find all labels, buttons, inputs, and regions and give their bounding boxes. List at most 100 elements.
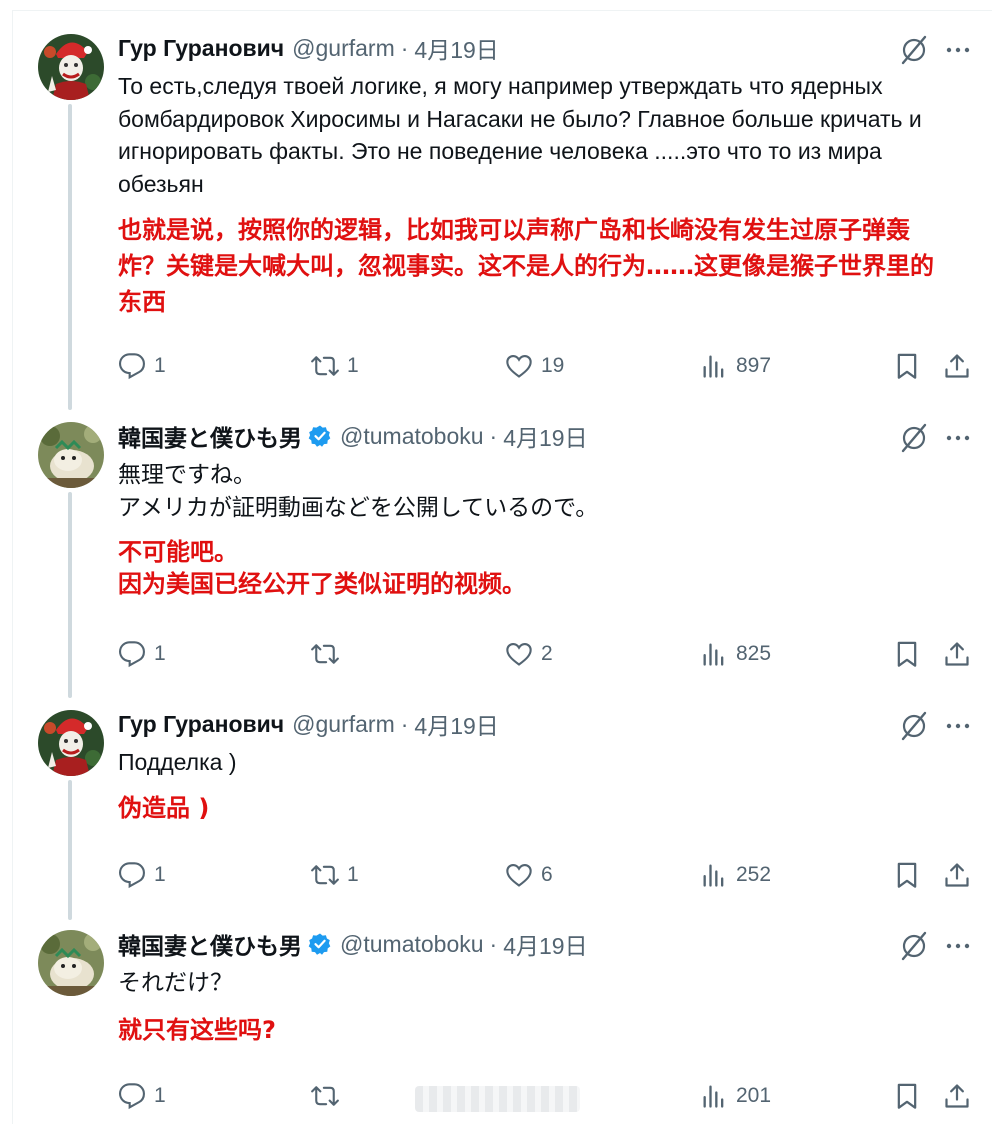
reply-count: 1: [154, 1084, 166, 1107]
separator-dot: ·: [400, 34, 409, 61]
grok-icon[interactable]: [899, 711, 929, 741]
share-icon: [945, 1084, 969, 1108]
tweet-translation: 就只有这些吗?: [118, 1016, 276, 1044]
tweet-date[interactable]: 4月19日: [414, 31, 498, 65]
author-handle[interactable]: @tumatoboku: [340, 423, 484, 450]
author-handle[interactable]: @gurfarm: [292, 711, 395, 738]
heart-icon: [506, 355, 532, 378]
avatar-gurfarm[interactable]: [38, 34, 104, 100]
heart-icon: [506, 643, 532, 666]
more-icon[interactable]: [944, 932, 972, 960]
retweet-button[interactable]: [311, 636, 347, 672]
tweet-actions: 1 1 19 897: [0, 348, 992, 384]
tweet-text: Подделка ): [118, 749, 237, 775]
tweet-date[interactable]: 4月19日: [503, 419, 587, 453]
verified-badge-icon: [308, 425, 331, 447]
retweet-button[interactable]: [311, 1078, 347, 1114]
author-name[interactable]: Гур Гуранович: [118, 711, 284, 738]
reply-count: 1: [154, 863, 166, 886]
frame-top-border: [12, 10, 992, 11]
share-icon: [945, 642, 969, 666]
share-button[interactable]: [943, 1078, 971, 1114]
avatar-tumatoboku[interactable]: [38, 930, 104, 996]
bookmark-icon: [897, 862, 917, 888]
tweet-text: 無理ですね。 アメリカが証明動画などを公開しているので。: [118, 461, 599, 520]
views-count: 252: [736, 863, 772, 886]
bookmark-button[interactable]: [893, 1078, 921, 1114]
reply-icon: [118, 353, 145, 380]
views-count: 897: [736, 354, 772, 377]
share-button[interactable]: [943, 636, 971, 672]
frame-left-border: [12, 10, 13, 1124]
verified-badge-icon: [308, 933, 331, 955]
retweet-button[interactable]: 1: [311, 857, 359, 893]
avatar-gurfarm[interactable]: [38, 710, 104, 776]
views-icon: [703, 355, 724, 378]
tweet-translation: 也就是说，按照你的逻辑，比如我可以声称广岛和长崎没有发生过原子弹轰 炸？关键是大…: [118, 216, 934, 316]
like-button[interactable]: 19: [505, 348, 564, 384]
reply-icon: [118, 862, 145, 889]
like-button[interactable]: 6: [505, 857, 553, 893]
bookmark-icon: [897, 641, 917, 667]
tweet-actions: 1 1 6 252: [0, 857, 992, 893]
author-name[interactable]: 韓国妻と僕ひも男: [118, 927, 302, 961]
like-count: 19: [541, 354, 565, 377]
more-icon[interactable]: [944, 36, 972, 64]
avatar-image: [38, 710, 104, 776]
reply-button[interactable]: 1: [118, 1078, 166, 1114]
views-button[interactable]: 825: [700, 636, 771, 672]
retweet-icon: [311, 356, 339, 376]
reply-button[interactable]: 1: [118, 636, 166, 672]
author-handle[interactable]: @gurfarm: [292, 35, 395, 62]
retweet-icon: [311, 1086, 339, 1106]
tweet-date[interactable]: 4月19日: [414, 707, 498, 741]
bookmark-button[interactable]: [893, 857, 921, 893]
share-button[interactable]: [943, 857, 971, 893]
reply-count: 1: [154, 354, 166, 377]
retweet-count: 1: [347, 354, 359, 377]
more-icon[interactable]: [944, 712, 972, 740]
avatar-image: [38, 930, 104, 996]
reply-button[interactable]: 1: [118, 857, 166, 893]
watermark-overlay: [415, 1086, 580, 1112]
separator-dot: ·: [400, 710, 409, 737]
heart-icon: [506, 864, 532, 887]
more-icon[interactable]: [944, 424, 972, 452]
views-count: 201: [736, 1084, 772, 1107]
grok-icon[interactable]: [899, 423, 929, 453]
share-icon: [945, 863, 969, 887]
retweet-icon: [311, 644, 339, 664]
grok-icon[interactable]: [899, 931, 929, 961]
bookmark-button[interactable]: [893, 636, 921, 672]
like-button[interactable]: 2: [505, 636, 553, 672]
author-handle[interactable]: @tumatoboku: [340, 931, 484, 958]
like-count: 6: [541, 863, 553, 886]
retweet-count: 1: [347, 863, 359, 886]
reply-button[interactable]: 1: [118, 348, 166, 384]
views-icon: [703, 643, 724, 666]
share-button[interactable]: [943, 348, 971, 384]
reply-count: 1: [154, 642, 166, 665]
views-button[interactable]: 201: [700, 1078, 771, 1114]
tweet-text: それだけ？: [118, 969, 233, 995]
bookmark-icon: [897, 353, 917, 379]
bookmark-icon: [897, 1083, 917, 1109]
retweet-button[interactable]: 1: [311, 348, 359, 384]
author-name[interactable]: Гур Гуранович: [118, 35, 284, 62]
tweet-actions: 1 2 825: [0, 636, 992, 672]
views-button[interactable]: 897: [700, 348, 771, 384]
views-button[interactable]: 252: [700, 857, 771, 893]
grok-icon[interactable]: [899, 35, 929, 65]
thread-line: [68, 780, 72, 920]
avatar-image: [38, 34, 104, 100]
avatar-tumatoboku[interactable]: [38, 422, 104, 488]
tweet-date[interactable]: 4月19日: [503, 927, 587, 961]
reply-icon: [118, 641, 145, 668]
separator-dot: ·: [489, 930, 498, 957]
views-icon: [703, 1085, 724, 1108]
retweet-icon: [311, 865, 339, 885]
tweet-translation: 不可能吧。 因为美国已经公开了类似证明的视频。: [118, 538, 526, 598]
author-name[interactable]: 韓国妻と僕ひも男: [118, 419, 302, 453]
bookmark-button[interactable]: [893, 348, 921, 384]
views-icon: [703, 864, 724, 887]
